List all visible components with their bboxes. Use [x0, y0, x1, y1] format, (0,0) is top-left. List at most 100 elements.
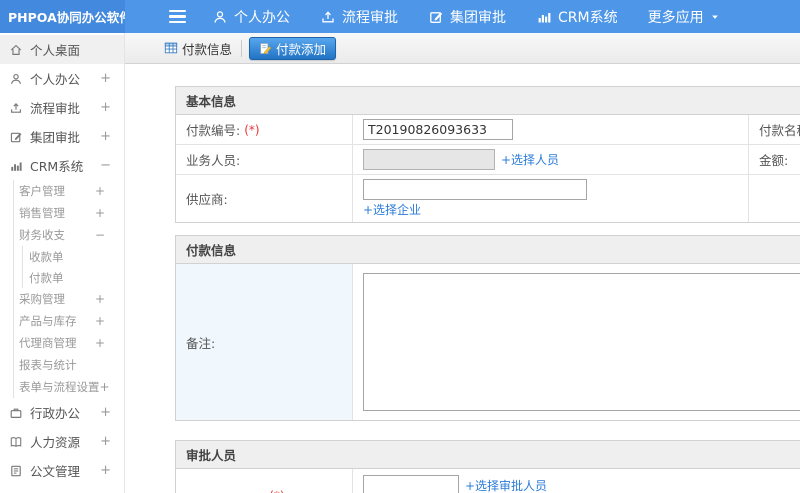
sidebar-item-label: 付款单: [29, 270, 64, 285]
payment-no-label-cell: 付款编号: (*): [176, 115, 353, 144]
sidebar-item-sales-mgmt[interactable]: 销售管理 +: [19, 202, 124, 224]
payment-name-label: 付款名称:: [759, 123, 800, 138]
crm-submenu: 客户管理 + 销售管理 + 财务收支 − 收款单 付款单 采购管理 + 产品与库…: [13, 180, 124, 398]
sales-field-cell: +选择人员: [353, 145, 749, 174]
sidebar-item-label: 销售管理: [19, 206, 65, 220]
briefcase-icon: [9, 406, 23, 420]
expand-toggle[interactable]: +: [100, 130, 111, 143]
sales-label-cell: 业务人员:: [176, 145, 353, 174]
sidebar-item-crm-system[interactable]: CRM系统 −: [0, 151, 124, 180]
user-icon: [212, 9, 228, 25]
edit-icon: [9, 130, 23, 144]
row-payment-no: 付款编号: (*) 付款名称: (*): [176, 115, 800, 145]
expand-toggle[interactable]: +: [100, 381, 110, 393]
payment-name-label-cell: 付款名称: (*): [749, 115, 800, 144]
topmenu-label: CRM系统: [558, 9, 618, 26]
supplier-label-cell: 供应商:: [176, 175, 353, 222]
sidebar-item-reports-stats[interactable]: 报表与统计: [19, 354, 124, 376]
select-approver-link[interactable]: +选择审批人员: [465, 477, 547, 493]
payment-no-input[interactable]: [363, 119, 513, 140]
sales-label: 业务人员:: [186, 153, 241, 168]
expand-toggle[interactable]: +: [95, 185, 105, 197]
finance-submenu: 收款单 付款单: [22, 246, 124, 288]
sidebar-item-group-approval[interactable]: 集团审批 +: [0, 122, 124, 151]
supplier-input[interactable]: [363, 179, 587, 200]
expand-toggle[interactable]: −: [95, 229, 105, 241]
tab-label: 付款添加: [276, 41, 327, 57]
sidebar-item-admin-office[interactable]: 行政办公 +: [0, 398, 124, 427]
expand-toggle[interactable]: +: [95, 337, 105, 349]
sidebar-item-label: 收款单: [29, 249, 64, 264]
select-company-link[interactable]: +选择企业: [363, 201, 421, 218]
required-mark: (*): [244, 122, 260, 137]
expand-toggle[interactable]: +: [100, 72, 111, 85]
remark-field-cell: [353, 264, 800, 420]
sidebar-item-customer-mgmt[interactable]: 客户管理 +: [19, 180, 124, 202]
sidebar-item-purchase-mgmt[interactable]: 采购管理 +: [19, 288, 124, 310]
amount-label-cell: 金额:: [749, 145, 800, 174]
main-content: 付款信息 付款添加 基本信息 付款编号: (*) T20190826093633…: [125, 33, 800, 493]
remark-label: 备注:: [186, 335, 216, 351]
sales-person-input[interactable]: [363, 149, 495, 170]
sidebar-item-label: 报表与统计: [19, 358, 77, 372]
sidebar-item-personal-office[interactable]: 个人办公 +: [0, 64, 124, 93]
table-icon: [164, 41, 178, 55]
sidebar-item-label: 流程审批: [30, 101, 81, 116]
payment-no-field-cell: [353, 115, 749, 144]
expand-toggle[interactable]: +: [100, 101, 111, 114]
sidebar-item-workflow-approval[interactable]: 流程审批 +: [0, 93, 124, 122]
flow-icon: [9, 101, 23, 115]
book-icon: [9, 435, 23, 449]
expand-toggle[interactable]: +: [100, 406, 111, 419]
tab-payment-add[interactable]: 付款添加: [249, 36, 337, 60]
sidebar-item-label: 表单与流程设置: [19, 380, 100, 394]
sidebar-item-finance[interactable]: 财务收支 −: [19, 224, 124, 246]
tab-label: 付款信息: [182, 41, 233, 57]
flow-icon: [320, 9, 336, 25]
empty-label-cell: [749, 175, 800, 222]
topmenu-label: 集团审批: [450, 9, 506, 26]
expand-toggle[interactable]: −: [100, 159, 111, 172]
topbar: PHPOA协同办公软件 个人办公 流程审批 集团审批 CRM系统 更多应用: [0, 0, 800, 33]
approver-input[interactable]: [363, 475, 459, 493]
sidebar-item-label: 采购管理: [19, 292, 65, 306]
tab-separator: [241, 39, 243, 57]
expand-toggle[interactable]: +: [95, 315, 105, 327]
sidebar-item-label: CRM系统: [30, 159, 84, 174]
sidebar-item-payment-order[interactable]: 付款单: [29, 267, 124, 288]
sidebar-item-product-inventory[interactable]: 产品与库存 +: [19, 310, 124, 332]
top-menu: 个人办公 流程审批 集团审批 CRM系统 更多应用: [212, 7, 720, 27]
topmenu-personal-office[interactable]: 个人办公: [212, 7, 290, 27]
sidebar-item-personal-desktop[interactable]: 个人桌面: [0, 35, 124, 64]
expand-toggle[interactable]: +: [100, 464, 111, 477]
sidebar-item-label: 代理商管理: [19, 336, 77, 350]
row-remark: 备注:: [176, 264, 800, 420]
sidebar-item-receipt-order[interactable]: 收款单: [29, 246, 124, 267]
section-title-payment: 付款信息: [176, 236, 800, 264]
sidebar-item-human-resources[interactable]: 人力资源 +: [0, 427, 124, 456]
tab-payment-list[interactable]: 付款信息: [155, 33, 241, 63]
topmenu-group-approval[interactable]: 集团审批: [428, 7, 506, 27]
topmenu-more-apps[interactable]: 更多应用: [648, 7, 720, 27]
topmenu-workflow-approval[interactable]: 流程审批: [320, 7, 398, 27]
sidebar: 个人桌面 个人办公 + 流程审批 + 集团审批 + CRM系统 − 客户管理 +: [0, 33, 125, 493]
approver-label: 设置审批人员:: [186, 489, 265, 493]
expand-toggle[interactable]: +: [100, 435, 111, 448]
home-icon: [9, 43, 23, 57]
sidebar-item-official-docs[interactable]: 公文管理 +: [0, 456, 124, 485]
sidebar-item-label: 集团审批: [30, 130, 81, 145]
chart-icon: [536, 9, 552, 25]
sidebar-item-form-flow-settings[interactable]: 表单与流程设置 +: [19, 376, 124, 398]
topmenu-label: 流程审批: [342, 9, 398, 26]
payment-no-label: 付款编号:: [186, 123, 241, 138]
sidebar-item-agent-mgmt[interactable]: 代理商管理 +: [19, 332, 124, 354]
hamburger-menu-icon[interactable]: [169, 9, 186, 24]
remark-textarea[interactable]: [363, 273, 800, 411]
payment-info-panel: 付款信息 备注:: [175, 235, 800, 421]
select-person-link[interactable]: +选择人员: [501, 151, 559, 168]
section-title-approver: 审批人员: [176, 441, 800, 469]
topmenu-label: 个人办公: [234, 9, 290, 26]
expand-toggle[interactable]: +: [95, 207, 105, 219]
topmenu-crm-system[interactable]: CRM系统: [536, 7, 618, 27]
expand-toggle[interactable]: +: [95, 293, 105, 305]
